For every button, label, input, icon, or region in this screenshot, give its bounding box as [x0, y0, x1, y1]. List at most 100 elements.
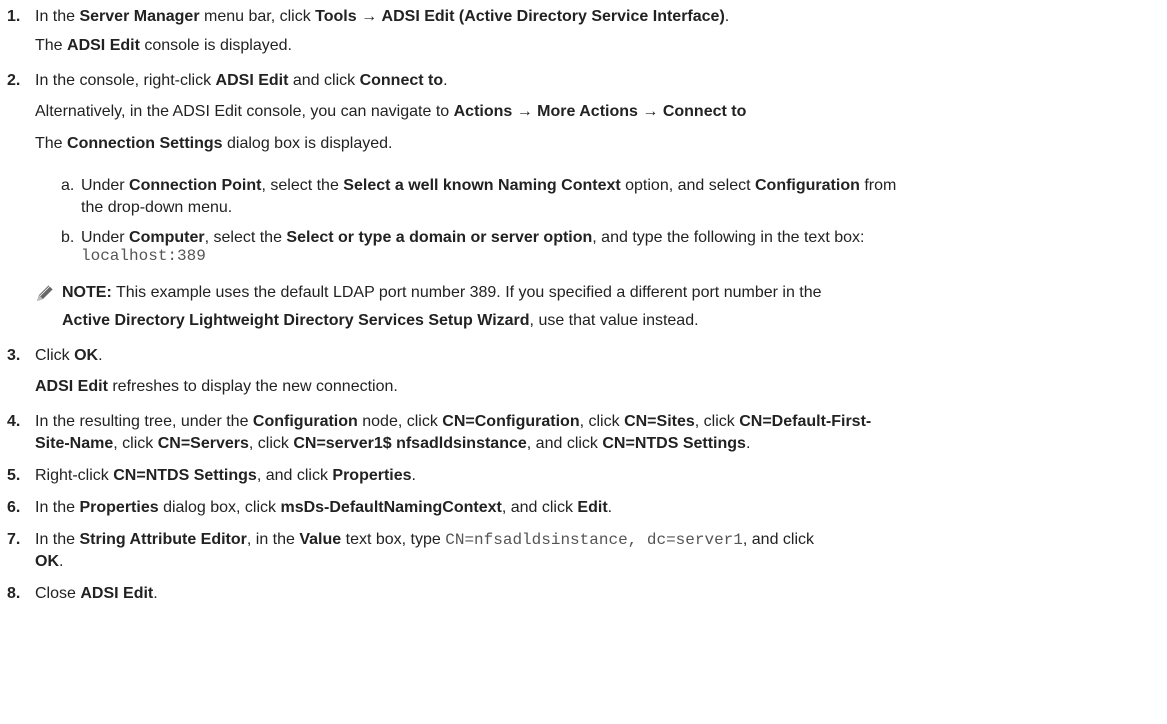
- text-run: .: [153, 585, 158, 602]
- step-line: OK.: [35, 551, 63, 573]
- ui-term: ADSI Edit: [67, 37, 140, 54]
- ui-term: ADSI Edit: [80, 585, 154, 602]
- ui-term: Select a well known Naming Context: [343, 177, 621, 194]
- step-line: In the console, right-click ADSI Edit an…: [35, 70, 448, 92]
- text-run: .: [98, 347, 103, 364]
- step-line: The Connection Settings dialog box is di…: [35, 133, 392, 155]
- substep-line: Under Connection Point, select the Selec…: [81, 175, 896, 197]
- step-line: Site-Name, click CN=Servers, click CN=se…: [35, 433, 750, 455]
- ui-term: Configuration: [252, 413, 358, 430]
- step-line: In the Server Manager menu bar, click To…: [35, 6, 729, 28]
- substep-letter: b.: [61, 229, 75, 246]
- text-run: , select the: [204, 229, 287, 246]
- text-run: , and click: [526, 435, 603, 452]
- step-number: 2.: [7, 72, 21, 89]
- document-page: 1. In the Server Manager menu bar, click…: [0, 0, 1167, 724]
- ui-term: ADSI Edit (Active Directory Service Inte…: [381, 8, 725, 25]
- text-run: , click: [113, 435, 158, 452]
- text-run: .: [443, 72, 448, 89]
- text-run: dialog box is displayed.: [222, 135, 393, 152]
- step-line: Close ADSI Edit.: [35, 583, 158, 605]
- ui-term: Value: [299, 531, 342, 548]
- text-run: option, and select: [620, 177, 755, 194]
- text-run: , click: [694, 413, 740, 430]
- ui-term: Computer: [129, 229, 205, 246]
- ui-term: More Actions: [537, 103, 638, 120]
- step-line: In the Properties dialog box, click msDs…: [35, 497, 612, 519]
- ui-term: ADSI Edit: [35, 378, 108, 395]
- text-run: node, click: [357, 413, 443, 430]
- text-run: Alternatively, in the ADSI Edit console,…: [35, 103, 454, 120]
- substep-line: the drop-down menu.: [81, 197, 232, 219]
- ui-term: String Attribute Editor: [79, 531, 247, 548]
- text-run: .: [724, 8, 730, 25]
- ui-term: CN=server1$ nfsadldsinstance: [293, 435, 527, 452]
- ui-term: Active Directory Lightweight Directory S…: [62, 312, 530, 329]
- text-run: →: [637, 103, 663, 120]
- step-number: 5.: [7, 467, 21, 484]
- text-run: In the: [35, 531, 80, 548]
- substep-line: localhost:389: [81, 245, 206, 267]
- step-number: 3.: [7, 347, 21, 364]
- step-line: Click OK.: [35, 345, 103, 367]
- text-run: , and type the following in the text box…: [592, 229, 865, 246]
- ui-term: CN=Sites: [624, 413, 695, 430]
- text-run: In the resulting tree, under the: [35, 413, 253, 430]
- ui-term: CN=Default-First-: [739, 413, 872, 430]
- ui-term: Actions: [453, 103, 513, 120]
- ui-term: Properties: [79, 499, 159, 516]
- ui-term: msDs-DefaultNamingContext: [280, 499, 502, 516]
- text-run: console is displayed.: [139, 37, 292, 54]
- text-run: dialog box, click: [158, 499, 281, 516]
- text-run: Close: [35, 585, 81, 602]
- step-number: 4.: [7, 413, 21, 430]
- text-run: and click: [288, 72, 360, 89]
- text-run: menu bar, click: [199, 8, 316, 25]
- ui-term: Edit: [577, 499, 608, 516]
- ui-term: CN=Servers: [157, 435, 249, 452]
- text-run: Right-click: [35, 467, 114, 484]
- note-pencil-icon: [37, 284, 54, 301]
- code-text: localhost:389: [81, 247, 206, 265]
- text-run: In the: [35, 499, 80, 516]
- text-run: The: [35, 37, 68, 54]
- text-run: , click: [248, 435, 294, 452]
- step-number: 1.: [7, 8, 21, 25]
- ui-term: Select or type a domain or server option: [286, 229, 593, 246]
- ui-term: ADSI Edit: [215, 72, 289, 89]
- ui-term: OK: [74, 347, 99, 364]
- note-line: NOTE: This example uses the default LDAP…: [62, 282, 822, 304]
- text-run: , click: [579, 413, 625, 430]
- text-run: , and click: [256, 467, 333, 484]
- text-run: The: [35, 135, 68, 152]
- text-run: .: [745, 435, 751, 452]
- ui-term: CN=NTDS Settings: [113, 467, 257, 484]
- text-run: .: [607, 499, 613, 516]
- ui-term: CN=NTDS Settings: [602, 435, 746, 452]
- text-run: Under: [81, 229, 130, 246]
- ui-term: Connection Settings: [67, 135, 223, 152]
- text-run: , in the: [246, 531, 300, 548]
- ui-term: NOTE:: [62, 284, 112, 301]
- ui-term: Site-Name: [35, 435, 114, 452]
- text-run: In the console, right-click: [35, 72, 216, 89]
- step-number: 8.: [7, 585, 21, 602]
- text-run: Under: [81, 177, 130, 194]
- text-run: →: [512, 103, 538, 120]
- ui-term: Tools: [315, 8, 357, 25]
- text-run: , select the: [261, 177, 344, 194]
- code-text: CN=nfsadldsinstance, dc=server1: [445, 531, 743, 549]
- ui-term: Connection Point: [129, 177, 262, 194]
- step-line: ADSI Edit refreshes to display the new c…: [35, 376, 398, 398]
- step-line: In the String Attribute Editor, in the V…: [35, 529, 814, 551]
- step-number: 6.: [7, 499, 21, 516]
- substep-letter: a.: [61, 177, 75, 194]
- note-line: Active Directory Lightweight Directory S…: [62, 310, 699, 332]
- ui-term: OK: [35, 553, 59, 570]
- text-run: This example uses the default LDAP port …: [111, 284, 822, 301]
- ui-term: Configuration: [755, 177, 860, 194]
- text-run: .: [411, 467, 416, 484]
- text-run: , and click: [501, 499, 578, 516]
- text-run: In the: [35, 8, 80, 25]
- text-run: , use that value instead.: [529, 312, 699, 329]
